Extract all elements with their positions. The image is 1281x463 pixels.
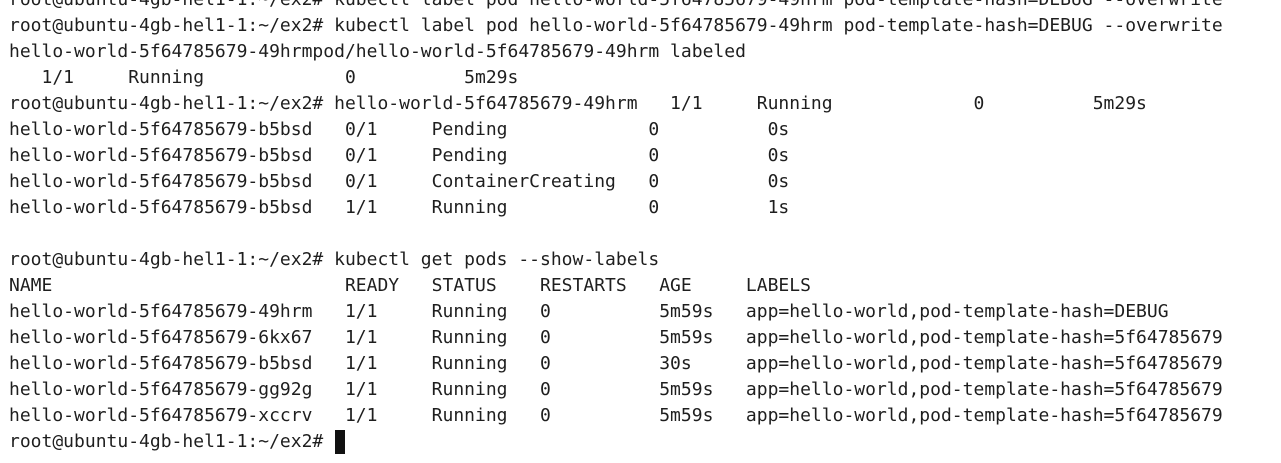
terminal-line: hello-world-5f64785679-b5bsd 1/1 Running… [9, 197, 790, 218]
table-row: hello-world-5f64785679-b5bsd 1/1 Running… [9, 353, 1223, 374]
command-input-line[interactable]: root@ubuntu-4gb-hel1-1:~/ex2# [9, 429, 1223, 455]
text-cursor [335, 430, 346, 454]
table-header: NAME READY STATUS RESTARTS AGE LABELS [9, 275, 811, 296]
terminal-line: root@ubuntu-4gb-hel1-1:~/ex2# kubectl la… [9, 0, 1223, 13]
terminal-line: hello-world-5f64785679-b5bsd 0/1 Contain… [9, 171, 790, 192]
terminal-line: hello-world-5f64785679-49hrmpod/hello-wo… [9, 41, 746, 62]
table-row: hello-world-5f64785679-6kx67 1/1 Running… [9, 327, 1223, 348]
table-row: hello-world-5f64785679-xccrv 1/1 Running… [9, 405, 1223, 426]
table-row: hello-world-5f64785679-gg92g 1/1 Running… [9, 379, 1223, 400]
terminal-window[interactable]: root@ubuntu-4gb-hel1-1:~/ex2# kubectl la… [0, 0, 1281, 463]
terminal-line: 1/1 Running 0 5m29s [9, 67, 519, 88]
table-row: hello-world-5f64785679-49hrm 1/1 Running… [9, 301, 1169, 322]
terminal-line: hello-world-5f64785679-b5bsd 0/1 Pending… [9, 119, 790, 140]
terminal-line: root@ubuntu-4gb-hel1-1:~/ex2# hello-worl… [9, 93, 1147, 114]
shell-prompt: root@ubuntu-4gb-hel1-1:~/ex2# [9, 431, 335, 452]
terminal-line: root@ubuntu-4gb-hel1-1:~/ex2# kubectl ge… [9, 249, 660, 270]
terminal-line: hello-world-5f64785679-b5bsd 0/1 Pending… [9, 145, 790, 166]
terminal-output: root@ubuntu-4gb-hel1-1:~/ex2# kubectl la… [9, 0, 1223, 455]
terminal-line: root@ubuntu-4gb-hel1-1:~/ex2# kubectl la… [9, 15, 1223, 36]
